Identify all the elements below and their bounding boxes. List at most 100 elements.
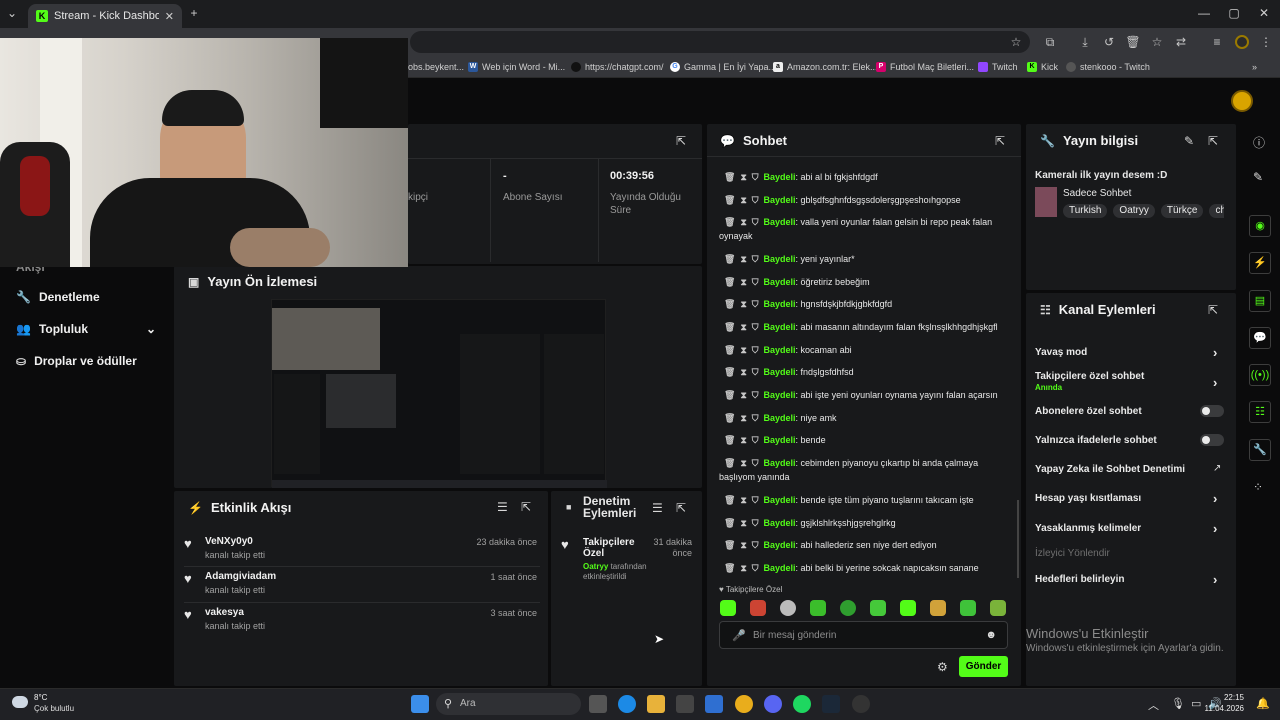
bookmark-3[interactable]: G Gamma | En İyi Yapa... (670, 60, 776, 74)
weather-icon[interactable] (12, 696, 28, 708)
timeout-icon[interactable]: ⧗ (740, 458, 746, 468)
bookmark-5[interactable]: P Futbol Maç Biletleri... (876, 60, 974, 74)
sidebar-item-drops[interactable]: ⛀ Droplar ve ödüller (16, 352, 137, 370)
profile-avatar[interactable] (1235, 35, 1249, 49)
bookmark-0[interactable]: obs.beykent... (408, 60, 464, 74)
chat-username[interactable]: Baydeli (764, 172, 796, 182)
favorites-icon[interactable]: ☆ (1149, 34, 1165, 50)
bookmark-6[interactable]: Twitch (978, 60, 1018, 74)
delete-icon[interactable]: 🗑 (724, 195, 735, 205)
timeout-icon[interactable]: ⧗ (740, 299, 746, 309)
menu-lines-icon[interactable]: ≡ (1209, 34, 1225, 50)
wrench-icon[interactable]: 🔧 (1249, 439, 1271, 461)
edit-icon[interactable]: ✎ (1184, 134, 1194, 148)
emoji-icon[interactable]: ☻ (985, 629, 997, 641)
bookmark-4[interactable]: a Amazon.com.tr: Elek... (773, 60, 878, 74)
emote[interactable] (990, 600, 1006, 616)
delete-icon[interactable]: 🗑 (724, 367, 735, 377)
timeout-icon[interactable]: ⧗ (740, 254, 746, 264)
timeout-icon[interactable]: ⧗ (740, 390, 746, 400)
chat-username[interactable]: Baydeli (764, 195, 796, 205)
close-window-icon[interactable]: ✕ (1256, 6, 1272, 20)
delete-icon[interactable]: 🗑 (1125, 34, 1141, 50)
slow-mode-item[interactable]: Yavaş mod (1035, 347, 1087, 358)
microphone-icon[interactable]: 🎙 (1171, 697, 1185, 710)
new-tab-icon[interactable]: + (186, 6, 202, 20)
spotify-icon[interactable] (793, 695, 811, 713)
info-icon[interactable]: ⓘ (1253, 134, 1265, 151)
emote[interactable] (810, 600, 826, 616)
delete-icon[interactable]: 🗑 (724, 518, 735, 528)
popout-icon[interactable]: ⇱ (1208, 134, 1218, 148)
edit-icon[interactable]: ✎ (1253, 170, 1263, 184)
timeout-icon[interactable]: ⧗ (740, 367, 746, 377)
timeout-icon[interactable]: ⧗ (740, 540, 746, 550)
popout-icon[interactable]: ⇱ (676, 501, 686, 515)
emote[interactable] (840, 600, 856, 616)
followers-only-item[interactable]: Takipçilere özel sohbet (1035, 371, 1144, 382)
external-link-icon[interactable]: ↗ (1213, 463, 1221, 474)
tray-expand-icon[interactable]: ︿ (1148, 697, 1159, 713)
mail-icon[interactable] (705, 695, 723, 713)
chat-username[interactable]: Baydeli (764, 367, 796, 377)
emote[interactable] (720, 600, 736, 616)
user-avatar[interactable] (1231, 90, 1253, 112)
close-tab-icon[interactable]: ✕ (165, 10, 174, 23)
delete-icon[interactable]: 🗑 (724, 345, 735, 355)
chevron-right-icon[interactable]: › (1213, 375, 1217, 390)
extensions-icon[interactable]: ⧉ (1042, 34, 1058, 50)
timeout-icon[interactable]: ⧗ (740, 345, 746, 355)
chat-username[interactable]: Baydeli (764, 458, 796, 468)
send-button[interactable]: Gönder (959, 656, 1008, 677)
ai-moderation-item[interactable]: Yapay Zeka ile Sohbet Denetimi (1035, 464, 1185, 475)
delete-icon[interactable]: 🗑 (724, 172, 735, 182)
obs-icon[interactable] (852, 695, 870, 713)
address-bar[interactable] (410, 31, 1030, 53)
lightning-icon[interactable]: ⚡ (1249, 252, 1271, 274)
edge-icon[interactable] (618, 695, 636, 713)
broadcast-icon[interactable]: ((•)) (1249, 364, 1271, 386)
notification-bell-icon[interactable]: 🔔 (1256, 697, 1270, 710)
bookmark-2[interactable]: https://chatgpt.com/ (571, 60, 664, 74)
delete-icon[interactable]: 🗑 (724, 299, 735, 309)
timeout-icon[interactable]: ⧗ (740, 172, 746, 182)
translate-icon[interactable]: ⇄ (1173, 34, 1189, 50)
timeout-icon[interactable]: ⧗ (740, 195, 746, 205)
delete-icon[interactable]: 🗑 (724, 217, 735, 227)
chat-input[interactable]: 🎤 Bir mesaj gönderin ☻ (719, 621, 1008, 649)
store-icon[interactable] (676, 695, 694, 713)
gear-icon[interactable]: ⚙ (937, 660, 948, 674)
bookmarks-overflow-icon[interactable]: » (1252, 60, 1257, 74)
emote[interactable] (870, 600, 886, 616)
chat-username[interactable]: Baydeli (764, 277, 796, 287)
bookmark-1[interactable]: W Web için Word - Mi... (468, 60, 565, 74)
camera-icon[interactable]: ◉ (1249, 215, 1271, 237)
sidebar-item-moderation[interactable]: 🔧 Denetleme (16, 288, 100, 306)
chat-username[interactable]: Baydeli (764, 299, 796, 309)
emote[interactable] (780, 600, 796, 616)
delete-icon[interactable]: 🗑 (724, 277, 735, 287)
windows-start-icon[interactable] (411, 695, 429, 713)
chat-username[interactable]: Baydeli (764, 345, 796, 355)
chevron-right-icon[interactable]: › (1213, 572, 1217, 587)
maximize-icon[interactable]: ▢ (1226, 6, 1242, 20)
chat-username[interactable]: Baydeli (764, 254, 796, 264)
task-view-icon[interactable] (589, 695, 607, 713)
preview-video[interactable] (271, 299, 607, 488)
discord-icon[interactable] (764, 695, 782, 713)
chat-username[interactable]: Baydeli (764, 217, 796, 227)
popout-icon[interactable]: ⇱ (676, 134, 686, 148)
delete-icon[interactable]: 🗑 (724, 390, 735, 400)
chevron-right-icon[interactable]: › (1213, 521, 1217, 536)
emote[interactable] (750, 600, 766, 616)
chat-username[interactable]: Baydeli (764, 390, 796, 400)
chat-username[interactable]: Baydeli (764, 435, 796, 445)
history-icon[interactable]: ↺ (1101, 34, 1117, 50)
microphone-icon[interactable]: 🎤 (732, 629, 746, 642)
file-explorer-icon[interactable] (647, 695, 665, 713)
apps-icon[interactable]: ⁘ (1253, 480, 1263, 494)
timeout-icon[interactable]: ⧗ (740, 518, 746, 528)
taskbar-search[interactable]: ⚲ Ara (436, 693, 581, 715)
more-options-icon[interactable]: ⋮ (1258, 34, 1274, 50)
delete-icon[interactable]: 🗑 (724, 458, 735, 468)
